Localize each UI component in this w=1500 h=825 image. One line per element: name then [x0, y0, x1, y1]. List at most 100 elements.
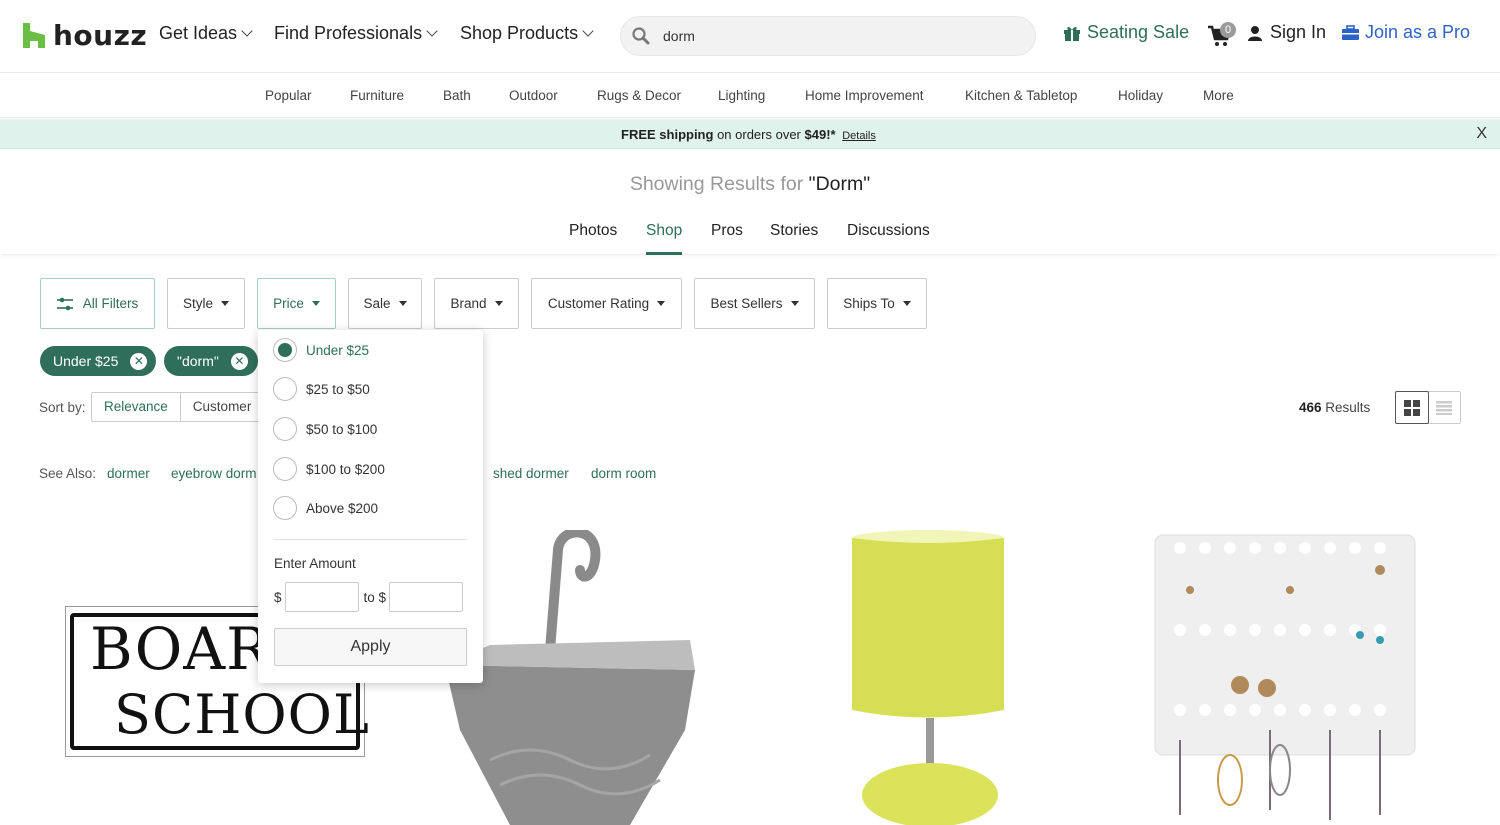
price-dropdown: Under $25 $25 to $50 $50 to $100 $100 to… — [258, 330, 483, 683]
style-filter-button[interactable]: Style — [167, 278, 245, 329]
to-label: to $ — [363, 589, 387, 605]
result-count-label: Results — [1321, 400, 1371, 415]
nav-label: Find Professionals — [274, 23, 423, 43]
radio-unchecked[interactable] — [273, 377, 297, 401]
chevron-down-icon — [582, 25, 594, 37]
nav-label: Shop Products — [460, 23, 579, 43]
amount-range: $ to $ — [274, 582, 468, 612]
category-furniture[interactable]: Furniture — [350, 88, 404, 103]
join-as-pro-link[interactable]: Join as a Pro — [1342, 22, 1470, 43]
see-also-link[interactable]: shed dormer — [493, 466, 569, 481]
list-view-button[interactable] — [1428, 392, 1460, 423]
sign-text-line2: SCHOOL — [114, 683, 370, 746]
gift-icon — [1064, 26, 1080, 41]
tab-stories[interactable]: Stories — [770, 222, 818, 252]
filter-chip-dorm: "dorm" ✕ — [164, 346, 258, 376]
product-card[interactable] — [1150, 530, 1420, 825]
logo-text: houzz — [53, 19, 148, 52]
promo-message: FREE shipping on orders over $49!* Detai… — [621, 127, 876, 142]
see-also-link[interactable]: eyebrow dorm — [171, 466, 257, 481]
see-also-label: See Also: — [39, 466, 97, 481]
promo-details-link[interactable]: Details — [842, 130, 876, 142]
join-pro-label: Join as a Pro — [1365, 22, 1471, 42]
divider — [274, 539, 467, 540]
category-popular[interactable]: Popular — [265, 88, 312, 103]
all-filters-button[interactable]: All Filters — [40, 278, 155, 329]
tab-pros[interactable]: Pros — [711, 222, 743, 252]
chip-label: Under $25 — [53, 353, 119, 369]
product-card[interactable] — [840, 530, 1020, 825]
sort-relevance[interactable]: Relevance — [92, 393, 181, 421]
price-option-label: Under $25 — [306, 342, 370, 358]
max-price-input[interactable] — [389, 582, 464, 612]
see-also-link[interactable]: dormer — [107, 466, 150, 481]
tab-photos[interactable]: Photos — [569, 222, 617, 252]
category-lighting[interactable]: Lighting — [718, 88, 765, 103]
category-more[interactable]: More — [1203, 88, 1234, 103]
search-input[interactable] — [663, 28, 1023, 44]
enter-amount-label: Enter Amount — [274, 556, 356, 571]
price-option-label: $50 to $100 — [306, 421, 378, 437]
price-option-above-200[interactable]: Above $200 — [273, 496, 378, 520]
all-filters-label: All Filters — [82, 296, 139, 311]
see-also-link[interactable]: dorm room — [591, 466, 656, 481]
grid-view-button[interactable] — [1395, 391, 1429, 424]
price-filter-button[interactable]: Price — [257, 278, 336, 329]
nav-shop-products[interactable]: Shop Products — [460, 23, 594, 44]
filter-label: Sale — [363, 296, 391, 311]
chip-label: "dorm" — [177, 353, 219, 369]
user-icon — [1248, 25, 1262, 41]
sign-in-link[interactable]: Sign In — [1247, 22, 1326, 43]
radio-checked[interactable] — [273, 338, 297, 362]
best-sellers-filter-button[interactable]: Best Sellers — [694, 278, 815, 329]
result-count: 466 Results — [1299, 400, 1370, 415]
radio-unchecked[interactable] — [273, 417, 297, 441]
radio-dot — [278, 343, 292, 357]
radio-unchecked[interactable] — [273, 496, 297, 520]
price-option-50-100[interactable]: $50 to $100 — [273, 417, 377, 441]
category-home-improvement[interactable]: Home Improvement — [805, 88, 924, 103]
filter-chip-under-25: Under $25 ✕ — [40, 346, 156, 376]
category-holiday[interactable]: Holiday — [1118, 88, 1163, 103]
radio-unchecked[interactable] — [273, 457, 297, 481]
price-option-under-25[interactable]: Under $25 — [273, 338, 369, 362]
search-bar[interactable] — [620, 16, 1036, 56]
houzz-logo[interactable]: houzz — [23, 19, 147, 52]
customer-rating-filter-button[interactable]: Customer Rating — [531, 278, 682, 329]
view-toggle — [1395, 391, 1461, 424]
sign-in-label: Sign In — [1270, 22, 1327, 42]
promo-banner: FREE shipping on orders over $49!* Detai… — [0, 119, 1500, 149]
sale-filter-button[interactable]: Sale — [348, 278, 422, 329]
tab-discussions[interactable]: Discussions — [847, 222, 930, 252]
seating-sale-label: Seating Sale — [1087, 22, 1190, 42]
tab-shop[interactable]: Shop — [646, 222, 683, 255]
min-price-input[interactable] — [284, 582, 359, 612]
remove-chip-icon[interactable]: ✕ — [130, 352, 148, 370]
category-bath[interactable]: Bath — [443, 88, 471, 103]
brand-filter-button[interactable]: Brand — [434, 278, 519, 329]
ships-to-filter-button[interactable]: Ships To — [827, 278, 927, 329]
remove-chip-icon[interactable]: ✕ — [230, 352, 248, 370]
category-kitchen-tabletop[interactable]: Kitchen & Tabletop — [965, 88, 1077, 103]
category-outdoor[interactable]: Outdoor — [509, 88, 558, 103]
price-option-25-50[interactable]: $25 to $50 — [273, 377, 370, 401]
nav-get-ideas[interactable]: Get Ideas — [159, 23, 253, 44]
caret-down-icon — [494, 301, 503, 306]
apply-button[interactable]: Apply — [274, 628, 467, 666]
filter-label: Ships To — [843, 296, 895, 311]
category-rugs-decor[interactable]: Rugs & Decor — [597, 88, 681, 103]
price-option-100-200[interactable]: $100 to $200 — [273, 457, 385, 481]
seating-sale-link[interactable]: Seating Sale — [1063, 22, 1189, 43]
price-option-label: Above $200 — [306, 500, 379, 516]
filter-label: Customer Rating — [547, 296, 650, 311]
sort-customer[interactable]: Customer — [181, 393, 264, 421]
result-count-number: 466 — [1299, 400, 1322, 415]
close-icon[interactable]: X — [1476, 125, 1487, 143]
header: houzz Get Ideas Find Professionals Shop … — [0, 0, 1500, 73]
nav-find-professionals[interactable]: Find Professionals — [274, 23, 438, 44]
price-option-label: $100 to $200 — [306, 461, 385, 477]
filter-label: Best Sellers — [710, 296, 783, 311]
results-prefix: Showing Results for — [629, 173, 809, 195]
houzz-logo-icon — [23, 23, 45, 48]
filter-label: Brand — [450, 296, 487, 311]
